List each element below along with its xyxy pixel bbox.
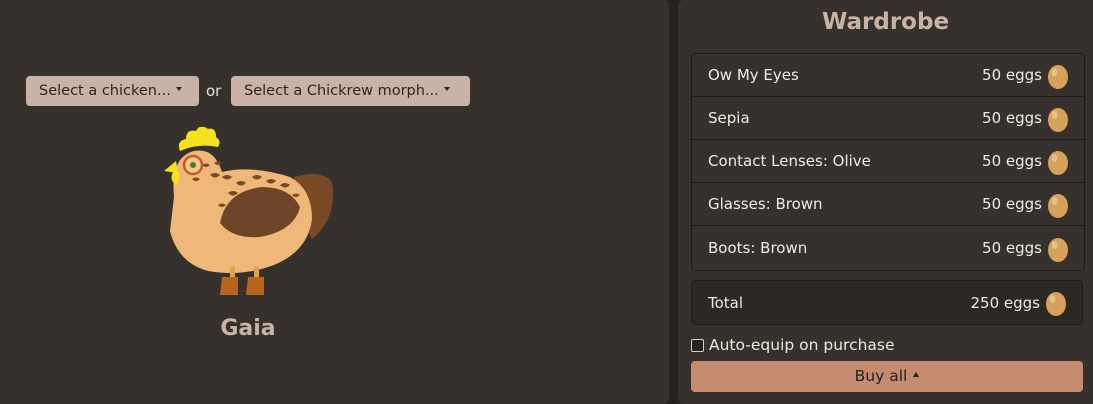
chicken-panel: Select a chicken... or Select a Chickrew…: [0, 0, 669, 404]
buy-all-label: Buy all: [854, 367, 908, 385]
auto-equip-checkbox[interactable]: [691, 338, 704, 352]
item-name: Glasses: Brown: [708, 195, 823, 213]
or-label: or: [206, 82, 222, 100]
chicken-select-label: Select a chicken...: [39, 83, 171, 99]
chevron-down-icon: [175, 87, 182, 91]
egg-icon: [1048, 237, 1068, 262]
egg-icon: [1048, 107, 1068, 132]
total-price-text: 250 eggs: [970, 293, 1041, 312]
auto-equip-option[interactable]: Auto-equip on purchase: [691, 336, 895, 354]
item-price-text: 50 eggs: [982, 152, 1042, 170]
list-item[interactable]: Glasses: Brown 50 eggs: [692, 183, 1084, 226]
total-price: 250 eggs: [971, 289, 1068, 316]
chicken-image: [164, 127, 334, 295]
item-price-text: 50 eggs: [982, 239, 1042, 257]
egg-icon: [1046, 292, 1066, 316]
caret-up-icon: [913, 372, 920, 377]
item-price-text: 50 eggs: [982, 109, 1042, 127]
item-price: 50 eggs: [982, 62, 1069, 89]
item-price: 50 eggs: [982, 235, 1069, 262]
item-name: Contact Lenses: Olive: [708, 152, 871, 170]
item-price: 50 eggs: [982, 148, 1069, 175]
egg-icon: [1048, 150, 1068, 175]
item-price: 50 eggs: [982, 191, 1069, 218]
item-price-text: 50 eggs: [982, 66, 1042, 84]
auto-equip-label: Auto-equip on purchase: [709, 336, 895, 354]
wardrobe-title: Wardrobe: [821, 9, 950, 35]
wardrobe-list: Ow My Eyes 50 eggs Sepia 50 eggs Contact…: [691, 53, 1085, 271]
list-item[interactable]: Ow My Eyes 50 eggs: [692, 54, 1084, 97]
item-price: 50 eggs: [982, 105, 1069, 132]
chicken-select-dropdown[interactable]: Select a chicken...: [26, 76, 199, 106]
total-row: Total 250 eggs: [691, 280, 1083, 325]
list-item[interactable]: Boots: Brown 50 eggs: [692, 226, 1084, 270]
item-name: Ow My Eyes: [708, 66, 799, 84]
list-item[interactable]: Contact Lenses: Olive 50 eggs: [692, 140, 1084, 183]
egg-icon: [1048, 64, 1068, 89]
item-name: Boots: Brown: [708, 239, 808, 257]
wardrobe-panel: Wardrobe Ow My Eyes 50 eggs Sepia 50 egg…: [678, 0, 1093, 404]
total-label: Total: [708, 293, 744, 312]
item-name: Sepia: [708, 109, 750, 127]
buy-all-button[interactable]: Buy all: [691, 361, 1083, 392]
chicken-name: Gaia: [220, 316, 276, 341]
list-item[interactable]: Sepia 50 eggs: [692, 97, 1084, 140]
morph-select-label: Select a Chickrew morph...: [244, 83, 439, 99]
item-price-text: 50 eggs: [982, 195, 1042, 213]
morph-select-dropdown[interactable]: Select a Chickrew morph...: [231, 76, 470, 106]
egg-icon: [1048, 193, 1068, 218]
chevron-down-icon: [443, 87, 450, 91]
